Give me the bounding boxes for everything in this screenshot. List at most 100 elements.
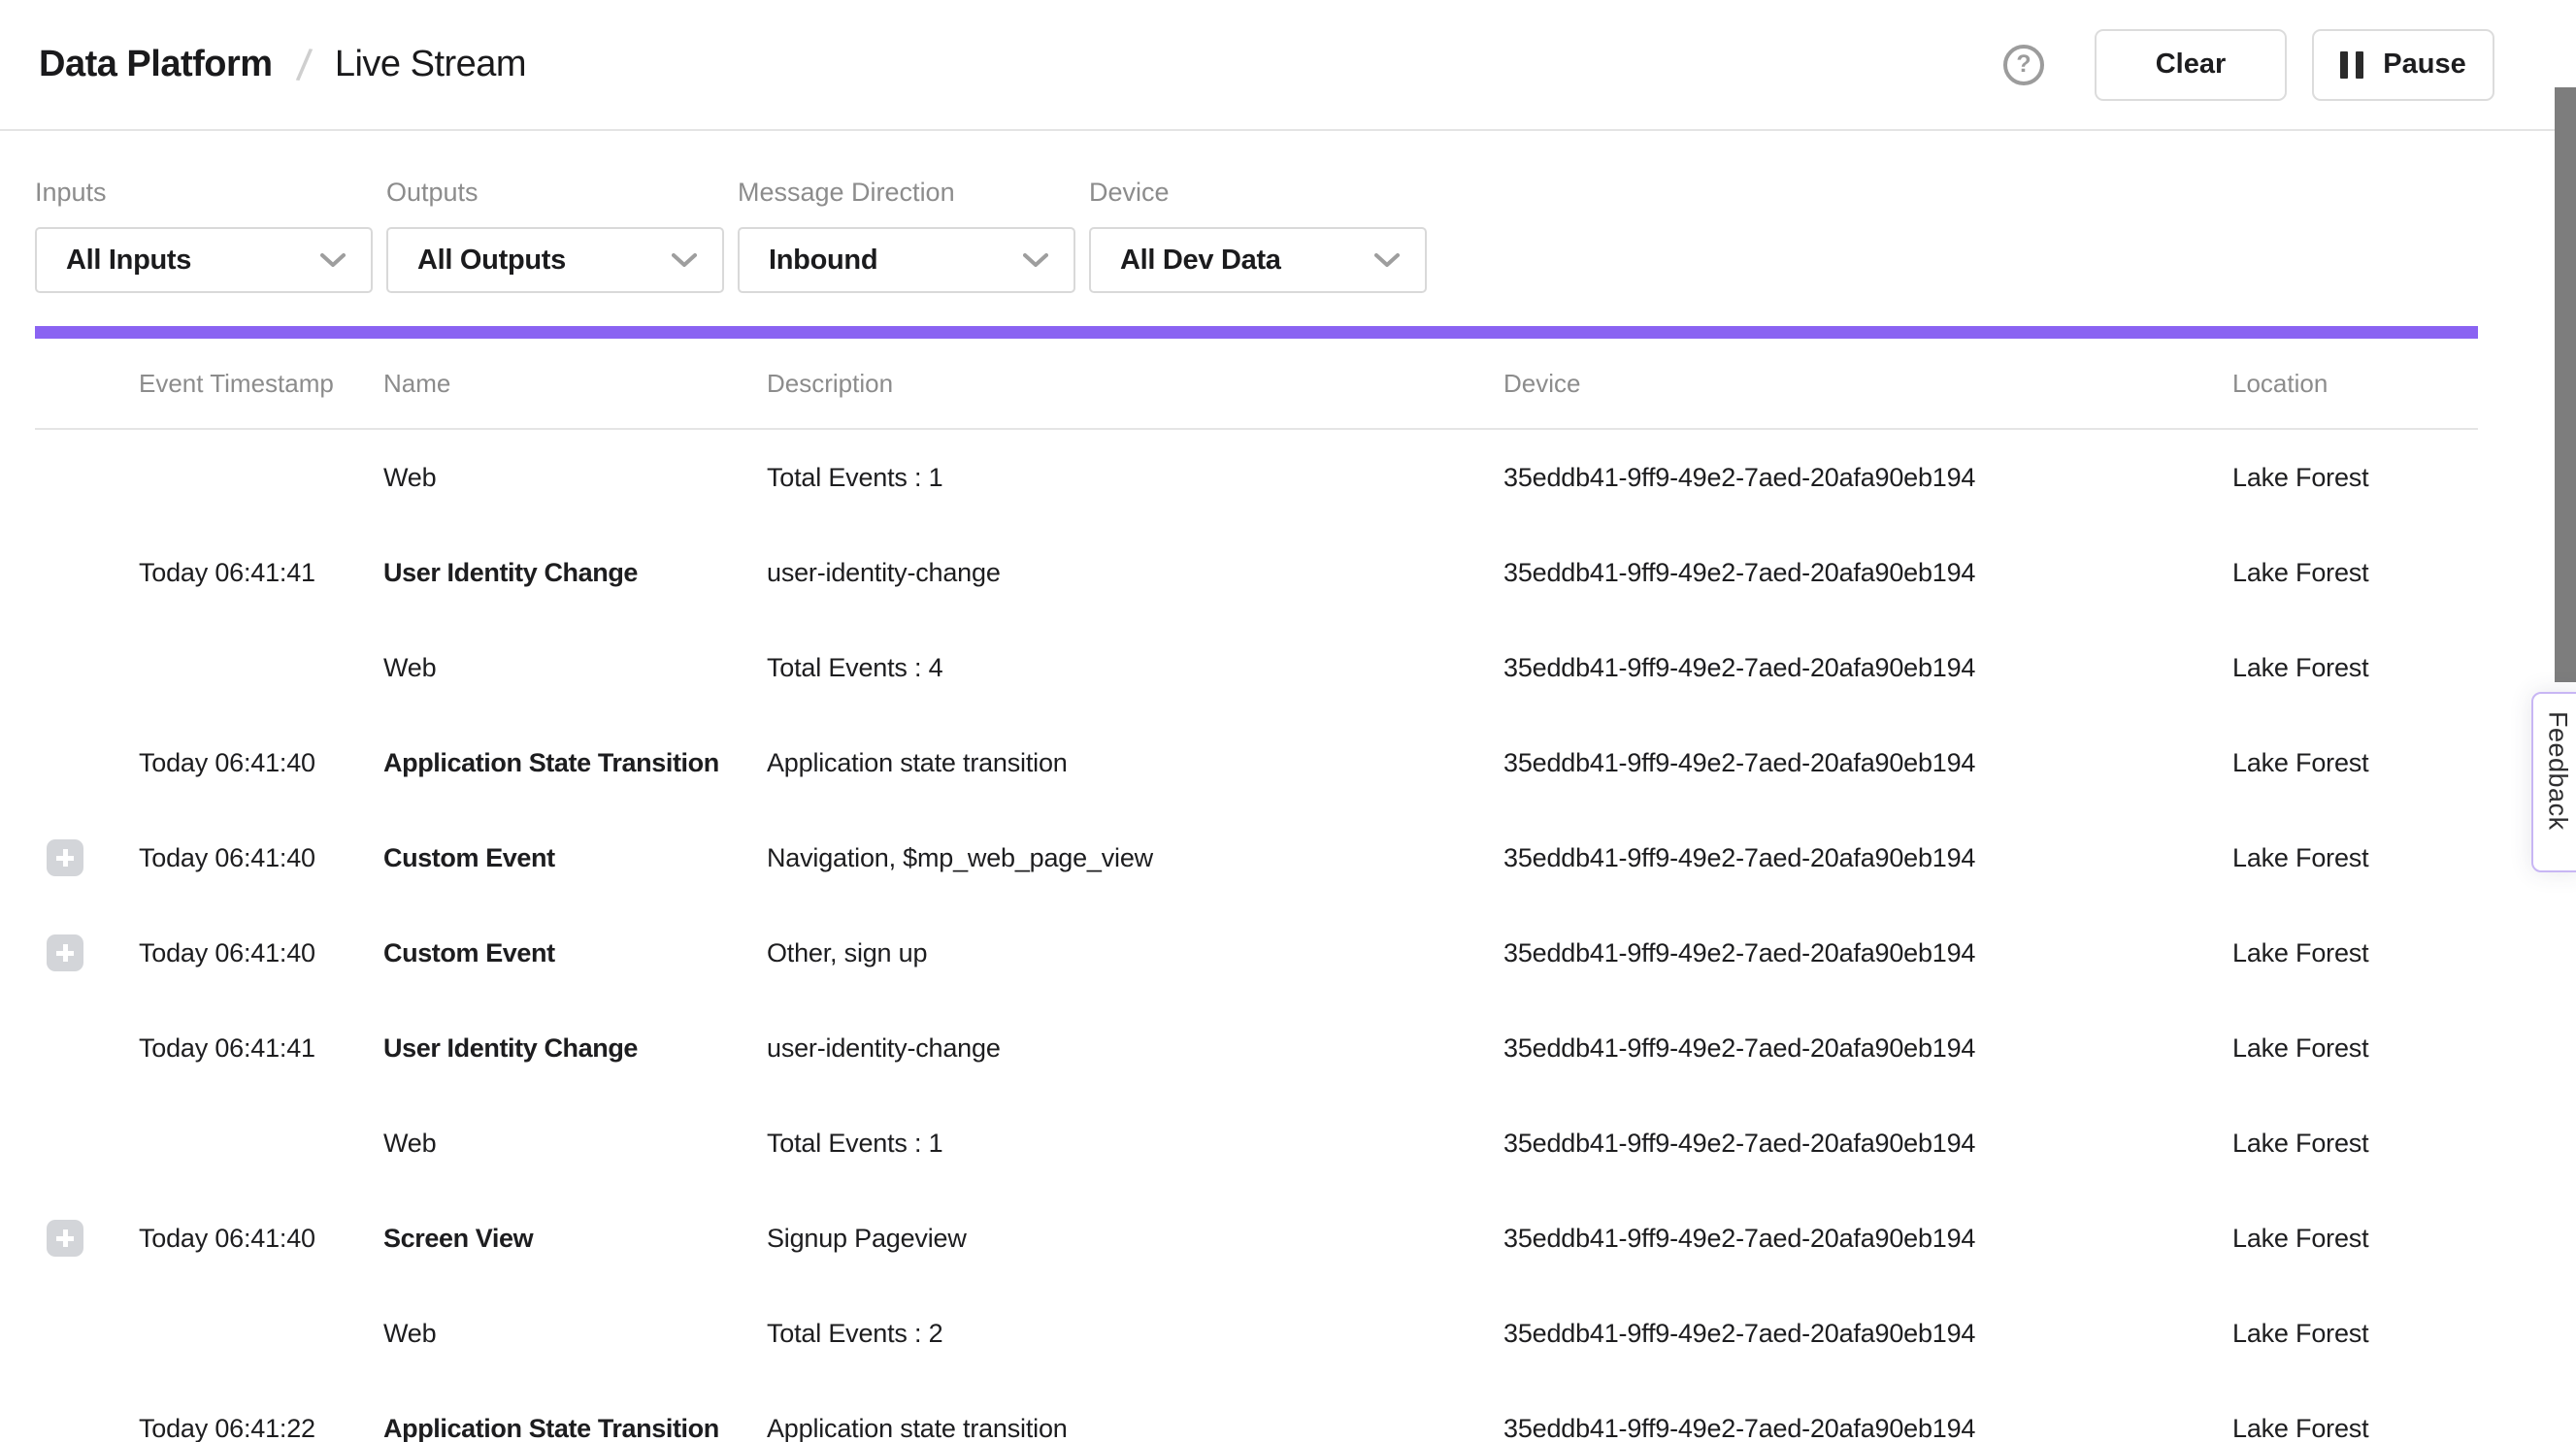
event-device-cell: 35eddb41-9ff9-49e2-7aed-20afa90eb194 <box>1503 938 2232 968</box>
event-description-cell: Total Events : 1 <box>767 1129 1503 1159</box>
event-timestamp-cell: Today 06:41:40 <box>139 843 383 873</box>
col-event-timestamp: Event Timestamp <box>139 369 383 399</box>
inputs-select[interactable]: All Inputs <box>35 227 373 293</box>
event-name-cell: User Identity Change <box>383 1033 767 1064</box>
event-name-cell: Screen View <box>383 1224 767 1254</box>
event-location-cell: Lake Forest <box>2232 748 2481 778</box>
feedback-tab-label: Feedback <box>2543 711 2573 831</box>
event-name-cell: Custom Event <box>383 938 767 968</box>
table-row[interactable]: Today 06:41:40 Application State Transit… <box>35 715 2478 810</box>
breadcrumb-data-platform[interactable]: Data Platform <box>39 44 273 85</box>
event-name-cell: Web <box>383 1129 767 1159</box>
event-device-cell: 35eddb41-9ff9-49e2-7aed-20afa90eb194 <box>1503 558 2232 588</box>
chevron-down-icon <box>1023 253 1048 268</box>
top-bar: Data Platform / Live Stream ? Clear Paus… <box>0 0 2576 131</box>
message-direction-select[interactable]: Inbound <box>738 227 1075 293</box>
event-location-cell: Lake Forest <box>2232 843 2481 873</box>
table-row[interactable]: Web Total Events : 1 35eddb41-9ff9-49e2-… <box>35 430 2478 525</box>
stream-accent-bar <box>35 326 2478 339</box>
event-timestamp-cell: Today 06:41:40 <box>139 1224 383 1254</box>
col-location: Location <box>2232 369 2481 399</box>
table-header: Event Timestamp Name Description Device … <box>35 339 2478 430</box>
table-row[interactable]: Today 06:41:40 Screen View Signup Pagevi… <box>35 1191 2478 1286</box>
col-name: Name <box>383 369 767 399</box>
device-select[interactable]: All Dev Data <box>1089 227 1427 293</box>
message-direction-select-value: Inbound <box>769 245 877 277</box>
event-device-cell: 35eddb41-9ff9-49e2-7aed-20afa90eb194 <box>1503 1224 2232 1254</box>
event-location-cell: Lake Forest <box>2232 653 2481 683</box>
event-description-cell: user-identity-change <box>767 1033 1503 1064</box>
event-device-cell: 35eddb41-9ff9-49e2-7aed-20afa90eb194 <box>1503 748 2232 778</box>
clear-button[interactable]: Clear <box>2095 29 2287 101</box>
col-description: Description <box>767 369 1503 399</box>
filter-outputs: Outputs All Outputs <box>386 178 724 293</box>
expand-row-button[interactable] <box>47 1220 83 1257</box>
pause-button[interactable]: Pause <box>2312 29 2494 101</box>
breadcrumb-separator: / <box>294 38 314 91</box>
event-description-cell: Total Events : 2 <box>767 1319 1503 1349</box>
event-device-cell: 35eddb41-9ff9-49e2-7aed-20afa90eb194 <box>1503 1319 2232 1349</box>
outputs-select-value: All Outputs <box>417 245 566 277</box>
filter-outputs-label: Outputs <box>386 178 724 208</box>
event-description-cell: Application state transition <box>767 748 1503 778</box>
event-name-cell: Web <box>383 1319 767 1349</box>
event-location-cell: Lake Forest <box>2232 558 2481 588</box>
inputs-select-value: All Inputs <box>66 245 191 277</box>
event-name-cell: Web <box>383 463 767 493</box>
chevron-down-icon <box>672 253 697 268</box>
outputs-select[interactable]: All Outputs <box>386 227 724 293</box>
event-description-cell: Signup Pageview <box>767 1224 1503 1254</box>
expand-row-button[interactable] <box>47 934 83 971</box>
event-name-cell: Custom Event <box>383 843 767 873</box>
event-table-body: Web Total Events : 1 35eddb41-9ff9-49e2-… <box>0 430 2576 1442</box>
event-location-cell: Lake Forest <box>2232 1033 2481 1064</box>
event-device-cell: 35eddb41-9ff9-49e2-7aed-20afa90eb194 <box>1503 843 2232 873</box>
pause-icon <box>2340 51 2363 79</box>
filter-inputs-label: Inputs <box>35 178 373 208</box>
page-title: Live Stream <box>335 44 526 85</box>
event-timestamp-cell: Today 06:41:22 <box>139 1414 383 1442</box>
event-device-cell: 35eddb41-9ff9-49e2-7aed-20afa90eb194 <box>1503 653 2232 683</box>
event-name-cell: Application State Transition <box>383 1414 767 1442</box>
table-row[interactable]: Web Total Events : 2 35eddb41-9ff9-49e2-… <box>35 1286 2478 1381</box>
table-row[interactable]: Web Total Events : 4 35eddb41-9ff9-49e2-… <box>35 620 2478 715</box>
event-timestamp-cell: Today 06:41:40 <box>139 938 383 968</box>
table-row[interactable]: Web Total Events : 1 35eddb41-9ff9-49e2-… <box>35 1096 2478 1191</box>
table-row[interactable]: Today 06:41:22 Application State Transit… <box>35 1381 2478 1442</box>
col-device: Device <box>1503 369 2232 399</box>
filter-device: Device All Dev Data <box>1089 178 1427 293</box>
event-device-cell: 35eddb41-9ff9-49e2-7aed-20afa90eb194 <box>1503 463 2232 493</box>
top-actions: ? Clear Pause <box>2003 29 2494 101</box>
table-row[interactable]: Today 06:41:40 Custom Event Other, sign … <box>35 905 2478 1000</box>
event-description-cell: user-identity-change <box>767 558 1503 588</box>
pause-button-label: Pause <box>2383 49 2465 81</box>
event-description-cell: Total Events : 1 <box>767 463 1503 493</box>
table-row[interactable]: Today 06:41:40 Custom Event Navigation, … <box>35 810 2478 905</box>
event-location-cell: Lake Forest <box>2232 1224 2481 1254</box>
event-name-cell: Application State Transition <box>383 748 767 778</box>
help-icon[interactable]: ? <box>2003 45 2044 85</box>
filter-inputs: Inputs All Inputs <box>35 178 373 293</box>
event-description-cell: Application state transition <box>767 1414 1503 1442</box>
filter-message-direction-label: Message Direction <box>738 178 1075 208</box>
expand-row-button[interactable] <box>47 839 83 876</box>
chevron-down-icon <box>1374 253 1400 268</box>
vertical-scrollbar[interactable] <box>2555 87 2576 682</box>
event-device-cell: 35eddb41-9ff9-49e2-7aed-20afa90eb194 <box>1503 1414 2232 1442</box>
breadcrumb: Data Platform / Live Stream <box>39 39 526 91</box>
event-timestamp-cell: Today 06:41:41 <box>139 1033 383 1064</box>
filter-device-label: Device <box>1089 178 1427 208</box>
event-location-cell: Lake Forest <box>2232 1414 2481 1442</box>
feedback-tab[interactable]: Feedback <box>2531 692 2576 872</box>
event-description-cell: Total Events : 4 <box>767 653 1503 683</box>
table-row[interactable]: Today 06:41:41 User Identity Change user… <box>35 1000 2478 1096</box>
event-location-cell: Lake Forest <box>2232 938 2481 968</box>
table-row[interactable]: Today 06:41:41 User Identity Change user… <box>35 525 2478 620</box>
filter-message-direction: Message Direction Inbound <box>738 178 1075 293</box>
event-description-cell: Navigation, $mp_web_page_view <box>767 843 1503 873</box>
event-location-cell: Lake Forest <box>2232 1319 2481 1349</box>
event-description-cell: Other, sign up <box>767 938 1503 968</box>
filter-bar: Inputs All Inputs Outputs All Outputs Me… <box>0 131 2576 293</box>
event-device-cell: 35eddb41-9ff9-49e2-7aed-20afa90eb194 <box>1503 1129 2232 1159</box>
device-select-value: All Dev Data <box>1120 245 1281 277</box>
